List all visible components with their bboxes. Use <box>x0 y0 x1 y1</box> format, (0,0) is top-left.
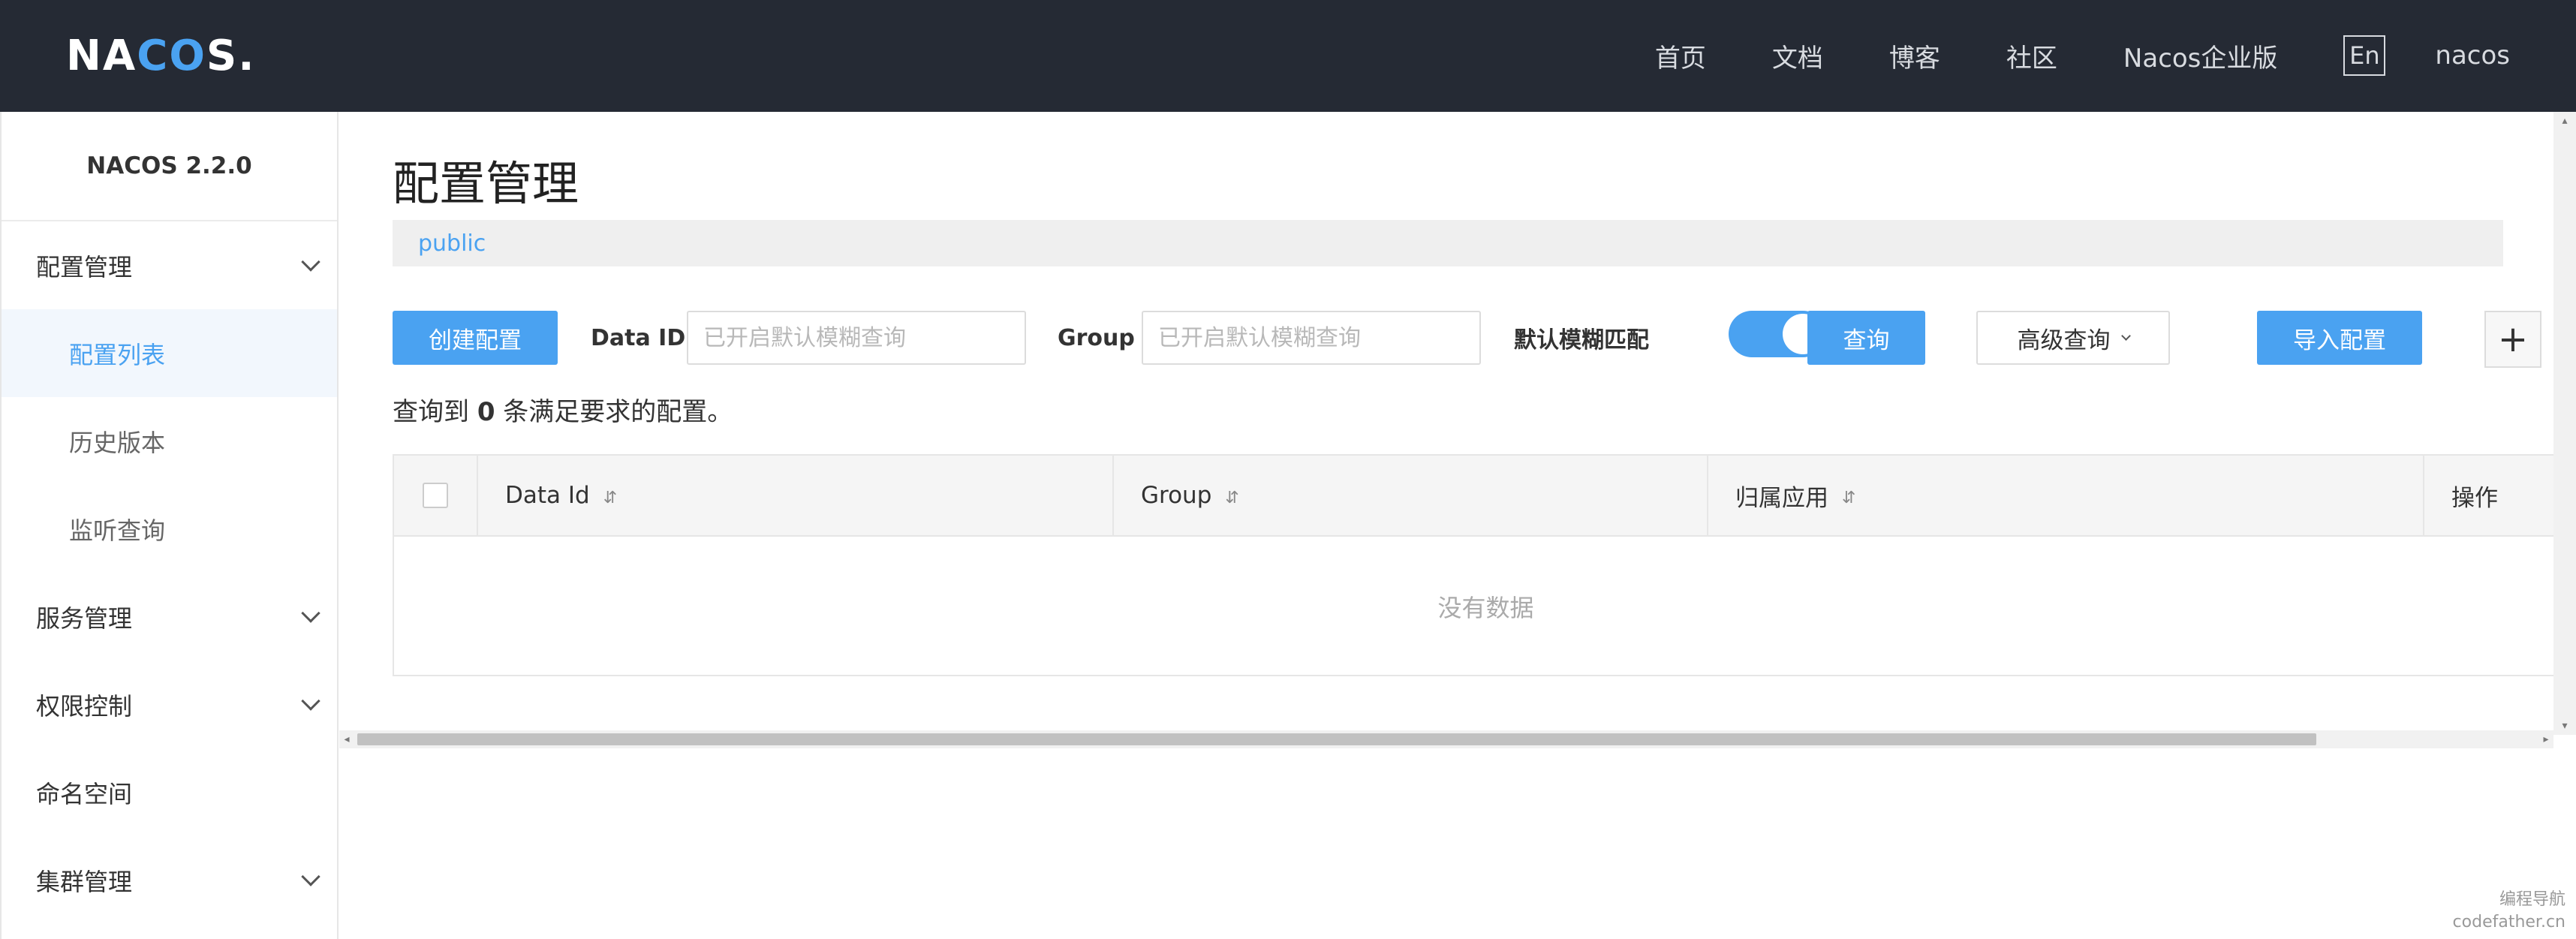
logo-text-suffix: S <box>206 31 239 80</box>
page-title: 配置管理 <box>393 156 579 211</box>
horizontal-scroll-thumb[interactable] <box>357 733 2316 745</box>
scroll-down-arrow-icon[interactable]: ▾ <box>2553 717 2576 735</box>
logo-text-highlight: CO <box>137 31 206 80</box>
data-id-input[interactable] <box>687 311 1026 365</box>
import-config-button[interactable]: 导入配置 <box>2257 311 2422 365</box>
chevron-down-icon <box>301 251 320 272</box>
select-all-checkbox[interactable] <box>423 483 448 508</box>
sidebar-item-listener-query[interactable]: 监听查询 <box>2 485 337 573</box>
config-table: Data Id ⇵ Group ⇵ 归属应用 ⇵ 操作 没有数据 <box>393 454 2576 676</box>
vertical-scrollbar[interactable]: ▴ ▾ <box>2553 112 2576 735</box>
logo-text-prefix: NA <box>66 31 137 80</box>
top-navbar: NA CO S. 首页 文档 博客 社区 Nacos企业版 En nacos <box>0 0 2576 112</box>
sidebar-item-label: 服务管理 <box>36 603 133 633</box>
sidebar-version-title: NACOS 2.2.0 <box>2 112 337 221</box>
result-prefix: 查询到 <box>393 397 469 427</box>
nav-enterprise-link[interactable]: Nacos企业版 <box>2123 38 2277 74</box>
table-empty-message: 没有数据 <box>1437 594 1534 622</box>
query-button[interactable]: 查询 <box>1807 311 1925 365</box>
advanced-query-label: 高级查询 <box>2017 327 2111 354</box>
create-config-button[interactable]: 创建配置 <box>393 311 558 365</box>
logo-dot: . <box>238 31 256 80</box>
chevron-down-icon <box>301 603 320 623</box>
column-header-app[interactable]: 归属应用 ⇵ <box>1708 456 2424 535</box>
chevron-down-icon <box>301 866 320 886</box>
sidebar-item-access-control[interactable]: 权限控制 <box>2 661 337 748</box>
sidebar-item-config-list[interactable]: 配置列表 <box>2 309 337 397</box>
group-input[interactable] <box>1142 311 1481 365</box>
watermark: 编程导航 codefather.cn <box>2453 889 2565 934</box>
namespace-public-link[interactable]: public <box>418 230 486 257</box>
sidebar-item-label: 配置管理 <box>36 252 133 281</box>
sidebar-item-label: 历史版本 <box>69 428 166 457</box>
column-header-group[interactable]: Group ⇵ <box>1114 456 1708 535</box>
language-toggle-button[interactable]: En <box>2343 35 2386 76</box>
column-header-data-id[interactable]: Data Id ⇵ <box>478 456 1114 535</box>
column-label: Data Id <box>505 482 590 509</box>
user-menu[interactable]: nacos <box>2435 41 2510 71</box>
top-nav-links: 首页 文档 博客 社区 Nacos企业版 En nacos <box>1589 30 2510 81</box>
chevron-down-icon <box>2120 330 2131 341</box>
sidebar-item-label: 监听查询 <box>69 516 166 545</box>
fuzzy-match-label: 默认模糊匹配 <box>1514 327 1649 354</box>
sidebar-item-namespace[interactable]: 命名空间 <box>2 748 337 836</box>
nav-home-link[interactable]: 首页 <box>1655 38 1706 74</box>
select-all-cell <box>394 456 478 535</box>
sort-icon[interactable]: ⇵ <box>1842 489 1855 507</box>
result-summary: 查询到 0 条满足要求的配置。 <box>393 391 733 428</box>
nav-blog-link[interactable]: 博客 <box>1889 38 1940 74</box>
scroll-right-arrow-icon[interactable]: ▸ <box>2538 730 2553 748</box>
column-label: 操作 <box>2451 484 2498 512</box>
sidebar: NACOS 2.2.0 配置管理 配置列表 历史版本 监听查询 服务管理 权限控… <box>0 112 339 939</box>
watermark-line-1: 编程导航 <box>2499 890 2565 909</box>
sidebar-item-label: 集群管理 <box>36 867 133 896</box>
scroll-left-arrow-icon[interactable]: ◂ <box>339 730 354 748</box>
group-label: Group <box>1058 324 1135 351</box>
namespace-bar: public <box>393 220 2503 266</box>
nav-docs-link[interactable]: 文档 <box>1772 38 1823 74</box>
horizontal-scrollbar[interactable]: ◂ ▸ <box>339 730 2553 748</box>
sidebar-item-label: 命名空间 <box>36 779 133 808</box>
chevron-down-icon <box>301 691 320 711</box>
advanced-query-dropdown[interactable]: 高级查询 <box>1976 311 2170 365</box>
sort-icon[interactable]: ⇵ <box>1225 489 1238 507</box>
column-label: Group <box>1141 482 1212 509</box>
sidebar-item-label: 权限控制 <box>36 691 133 721</box>
plus-icon[interactable]: + <box>2484 311 2541 368</box>
table-header: Data Id ⇵ Group ⇵ 归属应用 ⇵ 操作 <box>394 456 2576 537</box>
sidebar-item-config-management[interactable]: 配置管理 <box>2 221 337 309</box>
data-id-label: Data ID <box>591 324 686 351</box>
nacos-logo[interactable]: NA CO S. <box>66 29 256 83</box>
result-suffix: 条满足要求的配置。 <box>503 397 733 427</box>
watermark-line-2: codefather.cn <box>2452 913 2565 931</box>
nav-community-link[interactable]: 社区 <box>2006 38 2057 74</box>
sidebar-item-cluster-management[interactable]: 集群管理 <box>2 836 337 924</box>
column-label: 归属应用 <box>1735 484 1828 512</box>
filter-toolbar: 创建配置 Data ID Group 默认模糊匹配 查询 高级查询 导入配置 + <box>393 311 2541 368</box>
scroll-up-arrow-icon[interactable]: ▴ <box>2553 112 2576 130</box>
sidebar-item-history-version[interactable]: 历史版本 <box>2 397 337 485</box>
main-content: 配置管理 public 创建配置 Data ID Group 默认模糊匹配 查询… <box>339 112 2576 939</box>
result-count: 0 <box>477 397 495 427</box>
sidebar-item-label: 配置列表 <box>69 340 166 369</box>
sort-icon[interactable]: ⇵ <box>603 489 617 507</box>
sidebar-item-service-management[interactable]: 服务管理 <box>2 573 337 661</box>
